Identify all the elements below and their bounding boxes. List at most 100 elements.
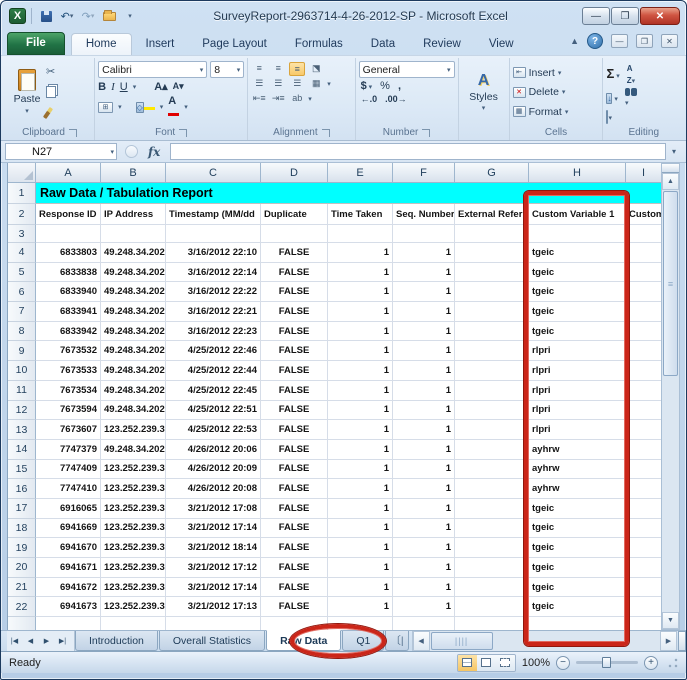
cell[interactable]: 7673532: [36, 341, 101, 361]
cell[interactable]: 6941673: [36, 597, 101, 617]
cell[interactable]: [393, 617, 455, 630]
cell[interactable]: ayhrw: [529, 440, 626, 460]
cell[interactable]: tgeic: [529, 558, 626, 578]
cell[interactable]: 123.252.239.3: [101, 499, 166, 519]
cell[interactable]: [626, 225, 661, 243]
cell[interactable]: FALSE: [261, 460, 328, 480]
excel-logo-icon[interactable]: X: [9, 8, 26, 24]
cell[interactable]: 1: [328, 597, 393, 617]
align-right-icon[interactable]: ☰: [289, 77, 305, 91]
tab-data[interactable]: Data: [357, 34, 409, 55]
cell[interactable]: 49.248.34.202: [101, 322, 166, 342]
cell[interactable]: 1: [393, 381, 455, 401]
select-all-corner[interactable]: [8, 163, 36, 183]
cell[interactable]: [455, 479, 529, 499]
cell[interactable]: [455, 361, 529, 381]
clear-button[interactable]: ▾: [606, 111, 612, 123]
currency-format-button[interactable]: $ ▾: [361, 80, 373, 92]
cell[interactable]: 6941671: [36, 558, 101, 578]
field-header-cell[interactable]: Custom Variable 1: [529, 204, 626, 225]
zoom-in-icon[interactable]: +: [644, 656, 658, 670]
cell[interactable]: rlpri: [529, 381, 626, 401]
cell[interactable]: [626, 361, 661, 381]
cell[interactable]: 1: [393, 282, 455, 302]
cell[interactable]: FALSE: [261, 302, 328, 322]
horizontal-scrollbar[interactable]: ◀ |||| ▶: [412, 631, 677, 651]
workbook-restore-button[interactable]: ❐: [636, 34, 653, 48]
cell[interactable]: [455, 578, 529, 598]
cell[interactable]: 49.248.34.202: [101, 401, 166, 421]
cell[interactable]: [626, 538, 661, 558]
cell[interactable]: 1: [393, 538, 455, 558]
redo-button[interactable]: ↷▾: [79, 8, 97, 25]
row-number[interactable]: 14: [8, 440, 36, 460]
cell[interactable]: 1: [328, 479, 393, 499]
cell[interactable]: [626, 282, 661, 302]
minimize-ribbon-icon[interactable]: ▲: [570, 36, 579, 46]
scroll-up-icon[interactable]: ▲: [662, 173, 679, 190]
tab-insert[interactable]: Insert: [132, 34, 189, 55]
cell[interactable]: FALSE: [261, 401, 328, 421]
cell[interactable]: 1: [393, 302, 455, 322]
cell[interactable]: [455, 302, 529, 322]
cell[interactable]: [626, 381, 661, 401]
cell[interactable]: 49.248.34.202: [101, 381, 166, 401]
cell[interactable]: 123.252.239.3: [101, 597, 166, 617]
cell[interactable]: 1: [328, 578, 393, 598]
cell[interactable]: FALSE: [261, 420, 328, 440]
cell[interactable]: 3/21/2012 17:13: [166, 597, 261, 617]
row-number[interactable]: [8, 617, 36, 630]
cell[interactable]: 4/25/2012 22:45: [166, 381, 261, 401]
cell[interactable]: 3/16/2012 22:10: [166, 243, 261, 263]
save-button[interactable]: [37, 8, 55, 25]
insert-function-icon[interactable]: fx: [148, 145, 160, 159]
name-box[interactable]: N27▾: [5, 143, 117, 160]
cell[interactable]: [626, 341, 661, 361]
cell[interactable]: [455, 617, 529, 630]
row-number[interactable]: 11: [8, 381, 36, 401]
cell[interactable]: 49.248.34.202: [101, 243, 166, 263]
cell[interactable]: [166, 225, 261, 243]
vertical-scrollbar[interactable]: ▲ ≡ ▼: [661, 163, 680, 630]
row-number[interactable]: 19: [8, 538, 36, 558]
cell[interactable]: rlpri: [529, 401, 626, 421]
cell[interactable]: [101, 225, 166, 243]
cell[interactable]: [626, 499, 661, 519]
font-color-button[interactable]: A: [168, 95, 179, 119]
row-number[interactable]: 1: [8, 183, 36, 204]
tab-home[interactable]: Home: [71, 33, 132, 55]
cell[interactable]: tgeic: [529, 499, 626, 519]
cell[interactable]: [328, 225, 393, 243]
row-number[interactable]: 18: [8, 519, 36, 539]
font-size-select[interactable]: 8▾: [210, 61, 244, 78]
page-break-view-button[interactable]: [496, 655, 515, 671]
clipboard-dialog-launcher-icon[interactable]: [69, 129, 77, 137]
cell[interactable]: 3/16/2012 22:21: [166, 302, 261, 322]
cell[interactable]: 4/25/2012 22:53: [166, 420, 261, 440]
cell[interactable]: [455, 263, 529, 283]
split-handle[interactable]: [662, 164, 679, 173]
decrease-font-button[interactable]: A▾: [173, 81, 184, 92]
cell[interactable]: rlpri: [529, 420, 626, 440]
row-number[interactable]: 13: [8, 420, 36, 440]
field-header-cell[interactable]: IP Address: [101, 204, 166, 225]
cell[interactable]: [626, 302, 661, 322]
cell[interactable]: 4/26/2012 20:08: [166, 479, 261, 499]
row-number[interactable]: 4: [8, 243, 36, 263]
tab-file[interactable]: File: [7, 32, 65, 55]
cell[interactable]: 6941670: [36, 538, 101, 558]
sheet-tab-raw-data[interactable]: Raw Data: [266, 630, 341, 651]
cell[interactable]: 49.248.34.202: [101, 440, 166, 460]
alignment-dialog-launcher-icon[interactable]: [322, 129, 330, 137]
row-number[interactable]: 2: [8, 204, 36, 225]
row-number[interactable]: 20: [8, 558, 36, 578]
tab-view[interactable]: View: [475, 34, 528, 55]
cell[interactable]: 4/25/2012 22:44: [166, 361, 261, 381]
increase-font-button[interactable]: A▴: [154, 80, 167, 93]
cell[interactable]: [626, 519, 661, 539]
row-number[interactable]: 5: [8, 263, 36, 283]
merge-center-icon[interactable]: ▦: [308, 77, 324, 91]
row-number[interactable]: 3: [8, 225, 36, 243]
column-header-B[interactable]: B: [101, 163, 166, 183]
vertical-scroll-thumb[interactable]: ≡: [663, 191, 678, 376]
